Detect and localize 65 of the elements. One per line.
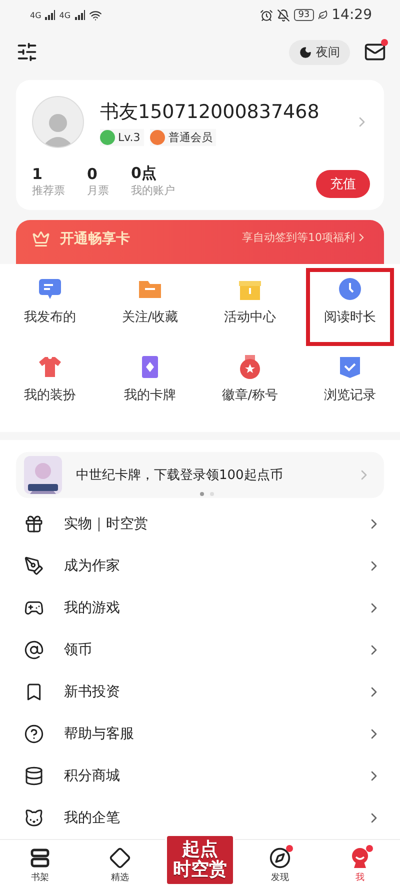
stat-label: 推荐票 bbox=[32, 183, 65, 198]
mail-icon[interactable] bbox=[364, 41, 386, 63]
clock-time: 14:29 bbox=[332, 7, 372, 23]
help-icon bbox=[24, 724, 44, 744]
shortcut-item[interactable]: 徽章/称号 bbox=[206, 346, 294, 424]
alarm-icon bbox=[260, 8, 274, 22]
shortcut-item[interactable]: 关注/收藏 bbox=[106, 268, 194, 346]
shortcut-item[interactable]: 阅读时长 bbox=[306, 268, 394, 346]
shortcut-item[interactable]: 活动中心 bbox=[206, 268, 294, 346]
menu-item[interactable]: 我的游戏 bbox=[0, 587, 400, 629]
t-shirt-icon bbox=[37, 354, 63, 380]
recharge-button[interactable]: 充值 bbox=[316, 170, 370, 198]
stat-value: 0 bbox=[87, 165, 98, 183]
stat-value: 0点 bbox=[131, 164, 158, 183]
network-type: 4G bbox=[59, 10, 71, 20]
menu-item[interactable]: 积分商城 bbox=[0, 755, 400, 797]
leaf-icon bbox=[318, 10, 328, 20]
menu-item[interactable]: 新书投资 bbox=[0, 671, 400, 713]
avatar bbox=[32, 96, 84, 148]
stat-label: 我的账户 bbox=[131, 183, 175, 198]
vip-subtitle: 享自动签到等10项福利 bbox=[242, 230, 368, 245]
settings-icon[interactable] bbox=[16, 41, 38, 63]
menu-item[interactable]: 实物｜时空赏 bbox=[0, 503, 400, 545]
logo-button[interactable]: 起点 时空赏 bbox=[165, 834, 235, 886]
menu-item[interactable]: 领币 bbox=[0, 629, 400, 671]
page-dot[interactable] bbox=[200, 492, 204, 496]
wifi-icon bbox=[88, 8, 102, 22]
battery-level: 93 bbox=[294, 9, 314, 21]
level-tag: Lv.3 bbox=[100, 128, 144, 146]
promo-banner[interactable]: 中世纪卡牌，下载登录领100起点币 bbox=[16, 452, 384, 498]
promo-text: 中世纪卡牌，下载登录领100起点币 bbox=[76, 466, 283, 484]
compass-icon bbox=[269, 847, 291, 869]
night-mode-button[interactable]: 夜间 bbox=[289, 40, 350, 64]
tab-item[interactable]: 发现 bbox=[240, 840, 320, 888]
cat-icon bbox=[24, 808, 44, 828]
shortcut-item[interactable]: 我发布的 bbox=[6, 268, 94, 346]
shortcut-item[interactable]: 浏览记录 bbox=[306, 346, 394, 424]
check-badge-icon bbox=[337, 354, 363, 380]
tab-item[interactable]: 书架 bbox=[0, 840, 80, 888]
vip-title: 开通畅享卡 bbox=[60, 230, 130, 248]
gift-icon bbox=[24, 514, 44, 534]
user-name: 书友150712000837468 bbox=[100, 100, 320, 124]
signal-icon bbox=[45, 10, 56, 20]
shortcut-item[interactable]: 我的装扮 bbox=[6, 346, 94, 424]
stat-label: 月票 bbox=[87, 183, 109, 198]
moon-icon bbox=[299, 46, 312, 58]
medal-icon bbox=[237, 354, 263, 380]
tab-item[interactable]: 精选 bbox=[80, 840, 160, 888]
gem-icon bbox=[109, 847, 131, 869]
network-type: 4G bbox=[30, 10, 42, 20]
mute-icon bbox=[277, 8, 290, 22]
crown-icon bbox=[32, 230, 50, 248]
bookshelf-icon bbox=[29, 847, 51, 869]
menu-item[interactable]: 帮助与客服 bbox=[0, 713, 400, 755]
clock-icon bbox=[337, 276, 363, 302]
coins-icon bbox=[24, 766, 44, 786]
pen-icon bbox=[24, 556, 44, 576]
membership-tag: 普通会员 bbox=[150, 128, 216, 146]
shortcut-item[interactable]: 我的卡牌 bbox=[106, 346, 194, 424]
stat-value: 1 bbox=[32, 165, 42, 183]
signal-icon bbox=[74, 10, 85, 20]
tab-item[interactable]: 我 bbox=[320, 840, 400, 888]
menu-item[interactable]: 成为作家 bbox=[0, 545, 400, 587]
mascot-icon bbox=[349, 847, 371, 869]
at-sign-icon bbox=[24, 640, 44, 660]
